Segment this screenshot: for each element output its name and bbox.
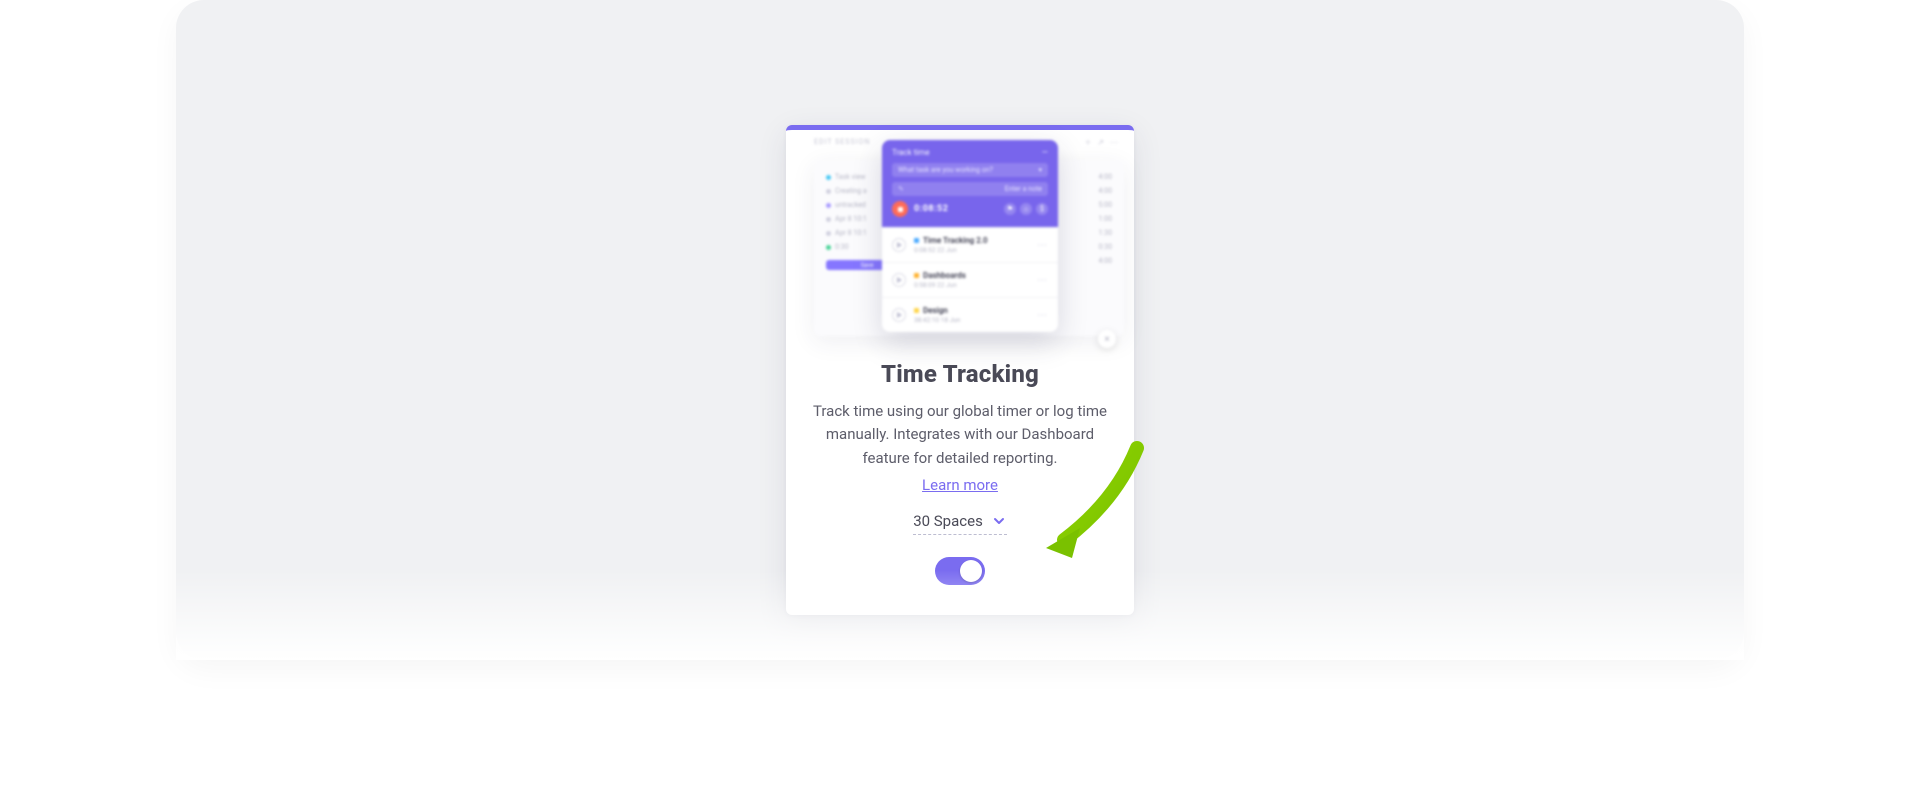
task-name: Time Tracking 2.0 (923, 236, 988, 245)
widget-title: Track time (892, 148, 929, 157)
bg-panel: Task view Creating a untracked Apr 8 10:… (814, 160, 1124, 336)
bg-time: 4:00 (1082, 184, 1112, 198)
more-icon: ⋯ (1037, 310, 1048, 321)
bg-time: 4:00 (1082, 170, 1112, 184)
bg-row: Creating a (835, 187, 867, 195)
tag-icon: ⌂ (1020, 203, 1032, 215)
play-icon (892, 308, 906, 322)
minimize-icon: — (1042, 148, 1048, 157)
timer-value: 0:08:52 (914, 204, 948, 214)
stage-background: EDIT SESSION ✧↗⋯ Task view Creating a un… (176, 0, 1744, 660)
feature-title: Time Tracking (808, 360, 1112, 388)
record-icon (892, 201, 908, 217)
spaces-dropdown[interactable]: 30 Spaces (913, 512, 1007, 535)
bg-row: untracked (835, 201, 866, 209)
bg-header: EDIT SESSION (814, 138, 870, 146)
play-icon (892, 273, 906, 287)
task-sub: 0:08:52 22 Jun (914, 246, 988, 254)
bg-time: 4:00 (1082, 254, 1112, 268)
task-name: Design (923, 306, 948, 315)
feature-description: Track time using our global timer or log… (808, 400, 1112, 470)
flag-icon: ⚑ (1004, 203, 1016, 215)
close-icon: × (1098, 330, 1116, 348)
bg-row: Task view (835, 173, 866, 181)
bg-time: 1:00 (1082, 212, 1112, 226)
bg-time: 5:00 (1082, 198, 1112, 212)
task-field: What task are you working on? (898, 166, 993, 174)
chevron-down-icon: ▾ (1038, 166, 1042, 174)
chevron-down-icon (991, 513, 1007, 529)
bg-time: 1:30 (1082, 226, 1112, 240)
bg-toolbar-icons: ✧↗⋯ (1085, 138, 1118, 147)
note-field: Enter a note (1005, 185, 1042, 193)
spaces-label: 30 Spaces (913, 512, 983, 530)
bg-time: 0:30 (1082, 240, 1112, 254)
task-name: Dashboards (923, 271, 966, 280)
feature-illustration: EDIT SESSION ✧↗⋯ Task view Creating a un… (786, 130, 1134, 350)
play-icon (892, 238, 906, 252)
bg-row: Apr 8 10:1 (835, 215, 867, 223)
more-icon: ⋯ (1037, 275, 1048, 286)
bg-row: Apr 8 10:1 (835, 229, 867, 237)
dollar-icon: $ (1036, 203, 1048, 215)
tracker-widget: Track time — What task are you working on… (882, 140, 1058, 332)
bg-row: 0:30 (835, 243, 849, 251)
task-sub: 38:42:10 18 Jun (914, 316, 960, 324)
more-icon: ⋯ (1037, 240, 1048, 251)
feature-toggle[interactable] (935, 557, 985, 585)
feature-card-time-tracking: EDIT SESSION ✧↗⋯ Task view Creating a un… (786, 125, 1134, 615)
bg-save-button: Save (826, 260, 908, 270)
toggle-knob (960, 560, 982, 582)
learn-more-link[interactable]: Learn more (808, 476, 1112, 494)
task-sub: 0:58:09 22 Jun (914, 281, 966, 289)
